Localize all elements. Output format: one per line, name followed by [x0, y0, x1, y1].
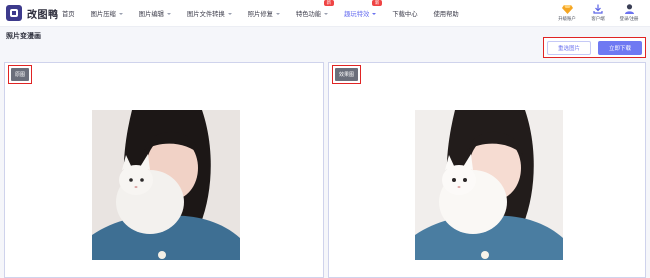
user-avatar-icon — [624, 3, 635, 14]
logo-icon — [6, 5, 22, 21]
main-nav: 首页 图片压缩 图片编辑 图片文件转换 照片修复 特色功能 新 趣玩特效 新 下… — [62, 0, 475, 27]
nav-item-help[interactable]: 使用帮助 — [434, 9, 459, 18]
original-panel: 原图 — [4, 62, 324, 278]
nav-item-label: 趣玩特效 — [344, 11, 370, 18]
login-register-button[interactable]: 登录/注册 — [614, 3, 644, 22]
chevron-down-icon — [166, 12, 171, 15]
nav-item-home[interactable]: 首页 — [62, 9, 75, 18]
logo[interactable]: 改图鸭 — [6, 5, 59, 21]
nav-item-label: 照片修复 — [247, 11, 273, 18]
nav-item-convert[interactable]: 图片文件转换 — [187, 9, 232, 18]
result-photo — [415, 110, 563, 260]
nav-item-repair[interactable]: 照片修复 — [248, 9, 280, 18]
result-panel: 效果图 — [328, 62, 646, 278]
chevron-down-icon — [227, 12, 232, 15]
action-buttons: 重选图片 立即下载 — [543, 37, 646, 58]
chevron-down-icon — [275, 12, 280, 15]
new-badge: 新 — [371, 0, 383, 6]
nav-item-label: 特色功能 — [295, 11, 322, 18]
diamond-icon — [561, 3, 573, 14]
top-navbar: 改图鸭 首页 图片压缩 图片编辑 图片文件转换 照片修复 特色功能 新 趣玩特效 — [0, 0, 650, 27]
upgrade-account-label: 升级账户 — [558, 16, 576, 21]
login-register-label: 登录/注册 — [619, 16, 639, 21]
chevron-down-icon — [324, 12, 329, 15]
chevron-down-icon — [118, 12, 123, 15]
new-badge: 新 — [323, 0, 335, 6]
client-download-button[interactable]: 客户端 — [583, 3, 613, 22]
nav-item-features[interactable]: 特色功能 新 — [295, 0, 335, 18]
page-title: 照片变漫画 — [6, 33, 41, 40]
result-tag-highlight: 效果图 — [332, 65, 362, 84]
upgrade-account-button[interactable]: 升级账户 — [552, 3, 582, 22]
download-icon — [593, 3, 603, 14]
user-tools: 升级账户 客户端 登录/注册 — [551, 3, 644, 22]
original-photo — [92, 110, 240, 260]
nav-item-label: 使用帮助 — [433, 11, 459, 18]
nav-item-label: 图片编辑 — [138, 11, 164, 18]
nav-item-label: 首页 — [62, 11, 75, 18]
chevron-down-icon — [372, 12, 377, 15]
download-now-button[interactable]: 立即下载 — [598, 40, 642, 55]
nav-item-edit[interactable]: 图片编辑 — [139, 9, 171, 18]
result-tag[interactable]: 效果图 — [335, 68, 359, 81]
original-tag[interactable]: 原图 — [11, 68, 30, 81]
nav-item-compress[interactable]: 图片压缩 — [91, 9, 123, 18]
nav-item-downloads[interactable]: 下载中心 — [392, 9, 417, 18]
nav-item-label: 图片文件转换 — [186, 11, 225, 18]
nav-item-label: 下载中心 — [392, 11, 418, 18]
nav-item-label: 图片压缩 — [90, 11, 116, 18]
original-tag-highlight: 原图 — [8, 65, 33, 84]
reselect-image-button[interactable]: 重选图片 — [547, 40, 591, 55]
client-label: 客户端 — [591, 16, 605, 21]
logo-text: 改图鸭 — [27, 9, 59, 21]
nav-item-effects[interactable]: 趣玩特效 新 — [344, 0, 383, 18]
